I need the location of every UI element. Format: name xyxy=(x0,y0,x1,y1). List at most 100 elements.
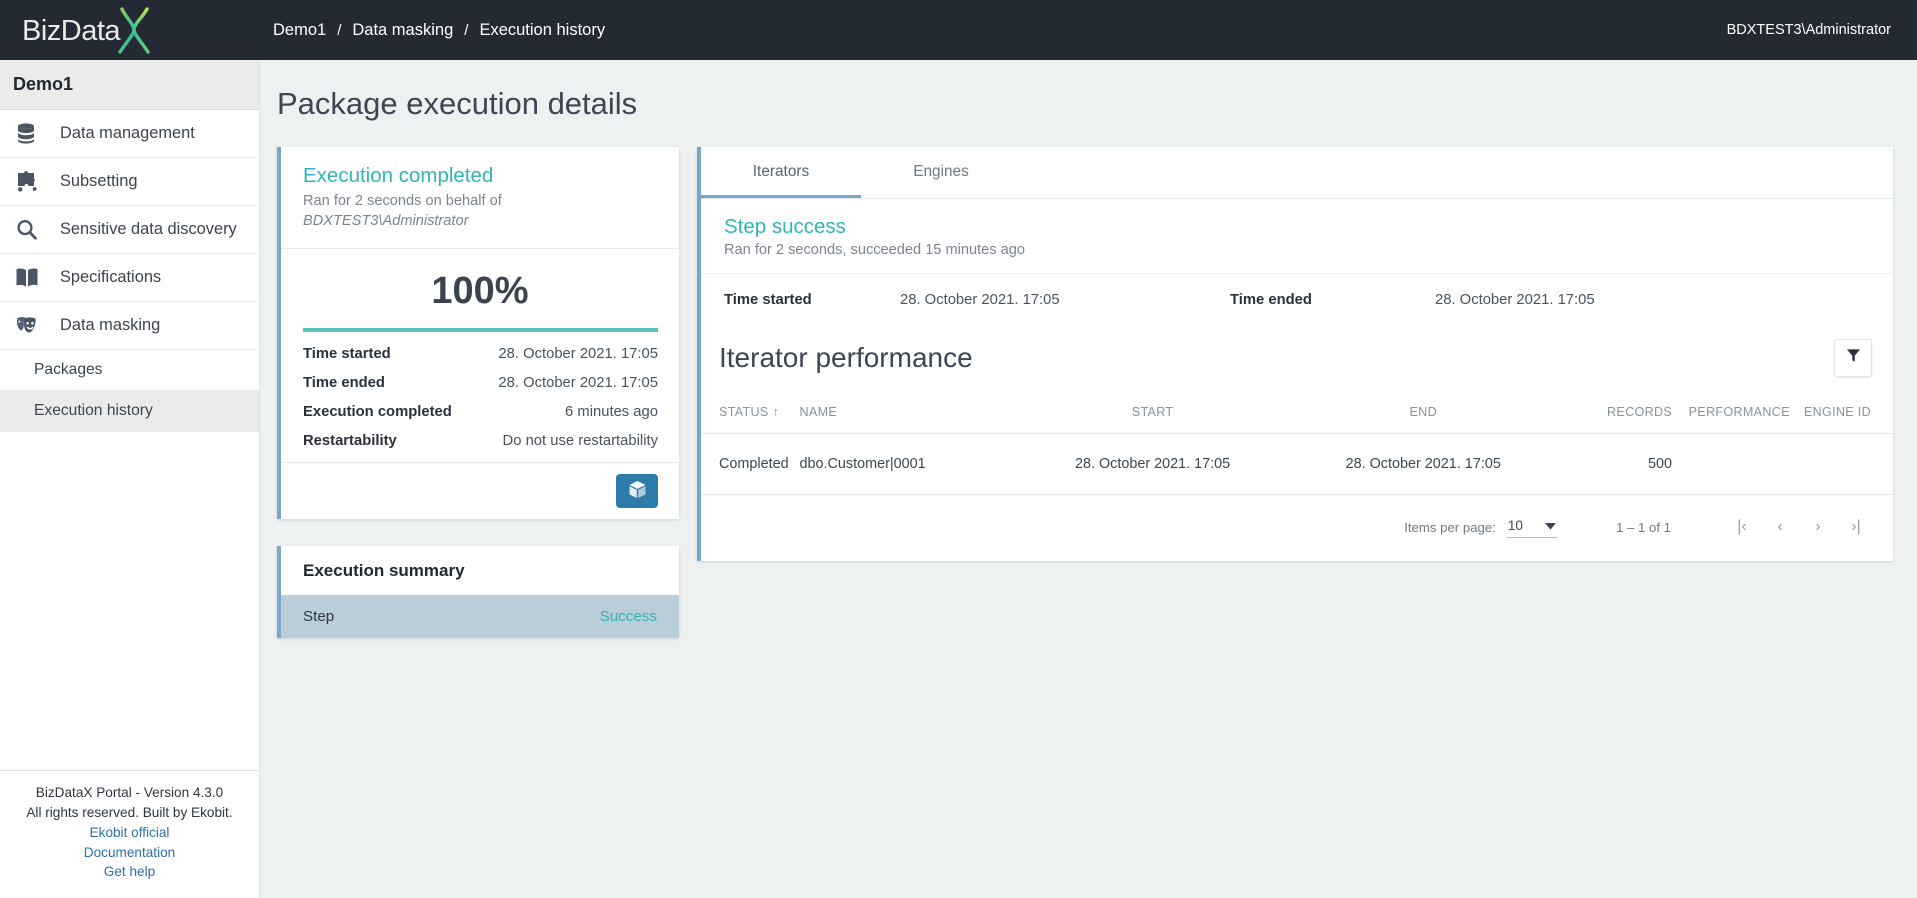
sidebar-item-execution-history[interactable]: Execution history xyxy=(0,391,259,432)
execution-details-list: Time started 28. October 2021. 17:05 Tim… xyxy=(281,332,679,462)
cell-end: 28. October 2021. 17:05 xyxy=(1287,433,1559,495)
top-bar: BizData Demo1 / Data masking / Execution… xyxy=(0,0,1917,60)
column-header-engine-id[interactable]: ENGINE ID xyxy=(1789,391,1893,434)
sidebar-item-label: Data masking xyxy=(60,316,161,334)
cell-performance xyxy=(1672,433,1790,495)
content-columns: Execution completed Ran for 2 seconds on… xyxy=(260,122,1917,638)
step-times-row: Time started 28. October 2021. 17:05 Tim… xyxy=(701,274,1893,327)
sidebar-item-specifications[interactable]: Specifications xyxy=(0,254,259,302)
breadcrumb-separator: / xyxy=(337,21,342,39)
book-icon xyxy=(16,265,46,291)
execution-summary-title: Execution summary xyxy=(281,545,679,595)
sidebar-subitem-label: Packages xyxy=(34,361,103,378)
footer-link-documentation[interactable]: Documentation xyxy=(6,843,253,863)
step-time-ended-value: 28. October 2021. 17:05 xyxy=(1435,292,1595,308)
view-package-button[interactable] xyxy=(616,473,658,508)
detail-label: Execution completed xyxy=(303,404,452,421)
footer-rights: All rights reserved. Built by Ekobit. xyxy=(26,805,233,821)
search-icon xyxy=(16,217,46,243)
footer-version: BizDataX Portal - Version 4.3.0 xyxy=(35,785,224,801)
column-header-performance[interactable]: PERFORMANCE xyxy=(1672,391,1790,434)
package-box-icon xyxy=(628,480,647,502)
items-per-page-label: Items per page: xyxy=(1404,519,1496,535)
panel-tabs: Iterators Engines xyxy=(701,147,1893,199)
sidebar-item-sensitive-data-discovery[interactable]: Sensitive data discovery xyxy=(0,206,259,254)
detail-row-time-started: Time started 28. October 2021. 17:05 xyxy=(303,340,658,369)
tab-label: Engines xyxy=(913,163,969,180)
current-user-label[interactable]: BDXTEST3\Administrator xyxy=(1727,22,1891,38)
column-header-status[interactable]: STATUS ↑ xyxy=(701,391,800,434)
summary-row-label: Step xyxy=(303,607,335,625)
detail-value: Do not use restartability xyxy=(502,433,658,450)
previous-page-button[interactable]: ‹ xyxy=(1761,509,1799,545)
summary-row-step[interactable]: Step Success xyxy=(281,594,679,638)
execution-card-subtitle: Ran for 2 seconds on behalf of BDXTEST3\… xyxy=(303,192,659,232)
sidebar-subitem-label: Execution history xyxy=(34,402,153,419)
execution-card-footer xyxy=(281,461,679,519)
breadcrumb: Demo1 / Data masking / Execution history xyxy=(273,21,605,40)
detail-value: 28. October 2021. 17:05 xyxy=(498,346,658,363)
iterator-performance-title: Iterator performance xyxy=(719,342,973,373)
breadcrumb-separator: / xyxy=(464,21,469,39)
table-header-row: STATUS ↑ NAME START END RECORDS PERFORMA… xyxy=(701,391,1893,434)
cell-engine-id xyxy=(1789,433,1893,495)
column-label: STATUS xyxy=(719,405,769,419)
sidebar-item-packages[interactable]: Packages xyxy=(0,350,259,391)
theater-masks-icon xyxy=(16,313,46,339)
next-page-button[interactable]: › xyxy=(1799,509,1837,545)
step-header: Step success Ran for 2 seconds, succeede… xyxy=(701,199,1893,274)
tab-engines[interactable]: Engines xyxy=(861,147,1021,198)
progress-percent-label: 100% xyxy=(431,269,529,312)
tab-iterators[interactable]: Iterators xyxy=(701,147,861,198)
detail-row-execution-completed: Execution completed 6 minutes ago xyxy=(303,398,658,427)
step-time-started-label: Time started xyxy=(724,292,812,308)
detail-value: 28. October 2021. 17:05 xyxy=(498,375,658,392)
execution-on-behalf-of: BDXTEST3\Administrator xyxy=(303,212,469,229)
detail-label: Time started xyxy=(303,346,391,363)
cell-status: Completed xyxy=(701,433,800,495)
sidebar-item-label: Subsetting xyxy=(60,172,138,190)
detail-label: Restartability xyxy=(303,433,397,450)
sort-ascending-icon: ↑ xyxy=(772,405,780,419)
column-header-records[interactable]: RECORDS xyxy=(1558,391,1673,434)
table-row[interactable]: Completed dbo.Customer|0001 28. October … xyxy=(701,433,1893,495)
app-logo[interactable]: BizData xyxy=(0,0,260,60)
iterators-panel: Iterators Engines Step success Ran for 2… xyxy=(697,147,1893,561)
first-page-button[interactable]: |‹ xyxy=(1723,509,1761,545)
breadcrumb-item-2[interactable]: Execution history xyxy=(479,21,605,40)
page-title: Package execution details xyxy=(277,86,638,121)
footer-link-ekobit-official[interactable]: Ekobit official xyxy=(6,823,253,843)
step-status-title: Step success xyxy=(724,215,846,238)
last-page-button[interactable]: ›| xyxy=(1837,509,1875,545)
execution-summary-card: Execution summary Step Success xyxy=(277,545,679,638)
column-header-end[interactable]: END xyxy=(1287,391,1559,434)
footer-link-get-help[interactable]: Get help xyxy=(6,862,253,882)
filter-icon xyxy=(1846,348,1861,368)
cell-records: 500 xyxy=(1558,433,1673,495)
main-content: Package execution details Execution comp… xyxy=(260,60,1917,898)
right-column: Iterators Engines Step success Ran for 2… xyxy=(697,147,1893,638)
breadcrumb-item-0[interactable]: Demo1 xyxy=(273,21,326,40)
sidebar-item-data-masking[interactable]: Data masking xyxy=(0,302,259,350)
tab-label: Iterators xyxy=(752,163,810,180)
logo-x-icon xyxy=(114,6,156,54)
execution-card-header: Execution completed Ran for 2 seconds on… xyxy=(281,147,679,249)
sidebar-item-subsetting[interactable]: Subsetting xyxy=(0,158,259,206)
detail-value: 6 minutes ago xyxy=(565,404,658,421)
filter-button[interactable] xyxy=(1834,339,1872,377)
sidebar-item-label: Specifications xyxy=(60,268,162,286)
sidebar-spacer xyxy=(0,432,259,771)
items-per-page-select[interactable]: 10 xyxy=(1506,517,1558,538)
page-range-label: 1 – 1 of 1 xyxy=(1616,519,1671,535)
execution-details-card: Execution completed Ran for 2 seconds on… xyxy=(277,147,679,519)
step-subtitle: Ran for 2 seconds, succeeded 15 minutes … xyxy=(724,242,1025,258)
column-header-start[interactable]: START xyxy=(1017,391,1288,434)
column-header-name[interactable]: NAME xyxy=(799,391,1018,434)
summary-row-status: Success xyxy=(599,607,657,625)
iterator-performance-header: Iterator performance xyxy=(701,327,1893,391)
iterator-performance-table: STATUS ↑ NAME START END RECORDS PERFORMA… xyxy=(701,391,1893,495)
sidebar-item-data-management[interactable]: Data management xyxy=(0,110,259,158)
execution-status-title: Execution completed xyxy=(303,164,494,187)
left-column: Execution completed Ran for 2 seconds on… xyxy=(277,147,679,638)
breadcrumb-item-1[interactable]: Data masking xyxy=(352,21,453,40)
